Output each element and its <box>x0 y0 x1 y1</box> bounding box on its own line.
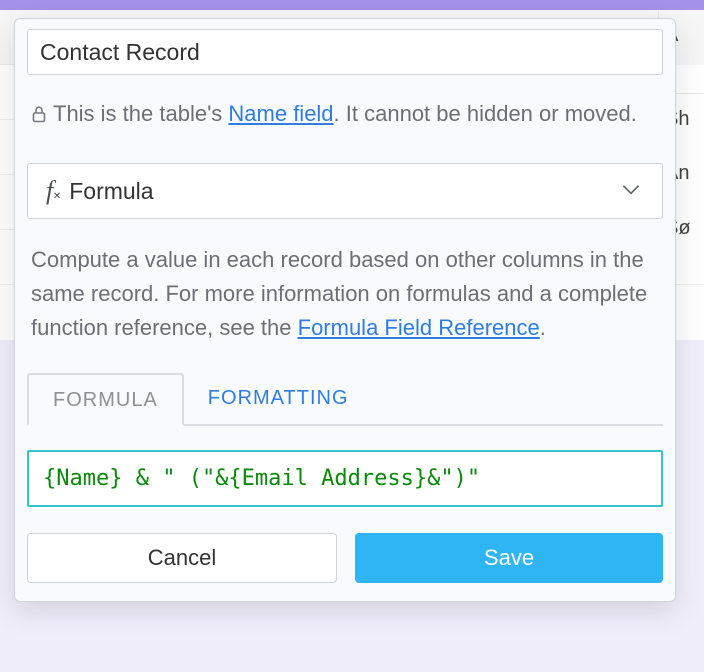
name-field-hint: This is the table's Name field. It canno… <box>31 97 659 133</box>
hint-text: This is the table's <box>53 101 228 126</box>
save-button[interactable]: Save <box>355 533 663 583</box>
field-type-select[interactable]: f Formula <box>27 163 663 219</box>
dialog-buttons: Cancel Save <box>27 533 663 583</box>
formula-reference-link[interactable]: Formula Field Reference <box>298 315 540 340</box>
hint-text: . It cannot be hidden or moved. <box>334 101 637 126</box>
formula-input[interactable]: {Name} & " ("&{Email Address}&")" <box>27 450 663 507</box>
tab-formatting[interactable]: FORMATTING <box>184 373 373 426</box>
formula-icon: f <box>46 176 53 206</box>
lock-icon <box>31 99 47 133</box>
field-config-tabs: FORMULA FORMATTING <box>27 371 663 426</box>
tab-formula[interactable]: FORMULA <box>27 373 184 426</box>
field-config-panel: This is the table's Name field. It canno… <box>14 18 676 602</box>
chevron-down-icon <box>618 176 644 207</box>
field-type-description: Compute a value in each record based on … <box>31 243 659 345</box>
name-field-link[interactable]: Name field <box>228 101 333 126</box>
cancel-button[interactable]: Cancel <box>27 533 337 583</box>
field-type-label: Formula <box>69 178 618 205</box>
field-name-input[interactable] <box>27 29 663 75</box>
desc-text: . <box>540 315 546 340</box>
app-accent-bar <box>0 0 704 10</box>
